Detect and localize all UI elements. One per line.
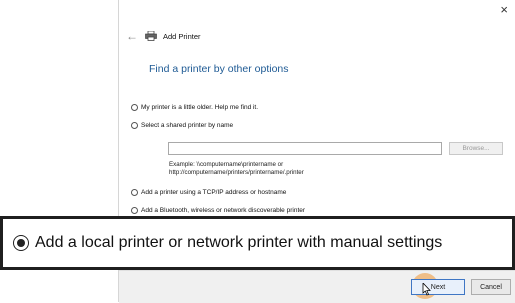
radio-button[interactable]: [131, 104, 138, 111]
next-button[interactable]: Next: [411, 279, 465, 295]
radio-button[interactable]: [131, 122, 138, 129]
option-older-printer[interactable]: My printer is a little older. Help me fi…: [131, 104, 258, 111]
cancel-button[interactable]: Cancel: [471, 279, 511, 295]
example-line: http://computername/printers/printername…: [169, 169, 304, 176]
option-label: Add a Bluetooth, wireless or network dis…: [141, 207, 306, 214]
option-label: Add a local printer or network printer w…: [35, 234, 443, 251]
option-label: Select a shared printer by name: [141, 122, 234, 129]
radio-button[interactable]: [131, 189, 138, 196]
option-label: My printer is a little older. Help me fi…: [141, 104, 259, 111]
example-line: Example: \\computername\printername or: [169, 161, 284, 168]
option-bluetooth-wireless[interactable]: Add a Bluetooth, wireless or network dis…: [131, 207, 305, 214]
example-text: Example: \\computername\printername or h…: [169, 161, 304, 177]
option-tcp-ip[interactable]: Add a printer using a TCP/IP address or …: [131, 189, 286, 196]
page-heading: Find a printer by other options: [149, 63, 289, 75]
dialog-footer: Next Cancel: [119, 270, 515, 303]
option-shared-printer[interactable]: Select a shared printer by name: [131, 122, 233, 129]
back-arrow-icon[interactable]: ←: [126, 29, 138, 43]
radio-selected-dot: [17, 239, 25, 247]
zoomed-option-local-printer[interactable]: Add a local printer or network printer w…: [0, 216, 515, 270]
printer-icon: [145, 31, 157, 41]
dialog-title: Add Printer: [163, 31, 201, 41]
dialog-title-bar: Add Printer: [145, 31, 201, 41]
browse-button[interactable]: Browse...: [449, 142, 503, 155]
shared-printer-name-input[interactable]: [168, 142, 442, 155]
radio-button-selected[interactable]: [13, 235, 29, 251]
radio-button[interactable]: [131, 207, 138, 214]
option-label: Add a printer using a TCP/IP address or …: [141, 189, 287, 196]
mouse-cursor-icon: [422, 283, 431, 296]
close-icon[interactable]: ×: [500, 2, 508, 18]
